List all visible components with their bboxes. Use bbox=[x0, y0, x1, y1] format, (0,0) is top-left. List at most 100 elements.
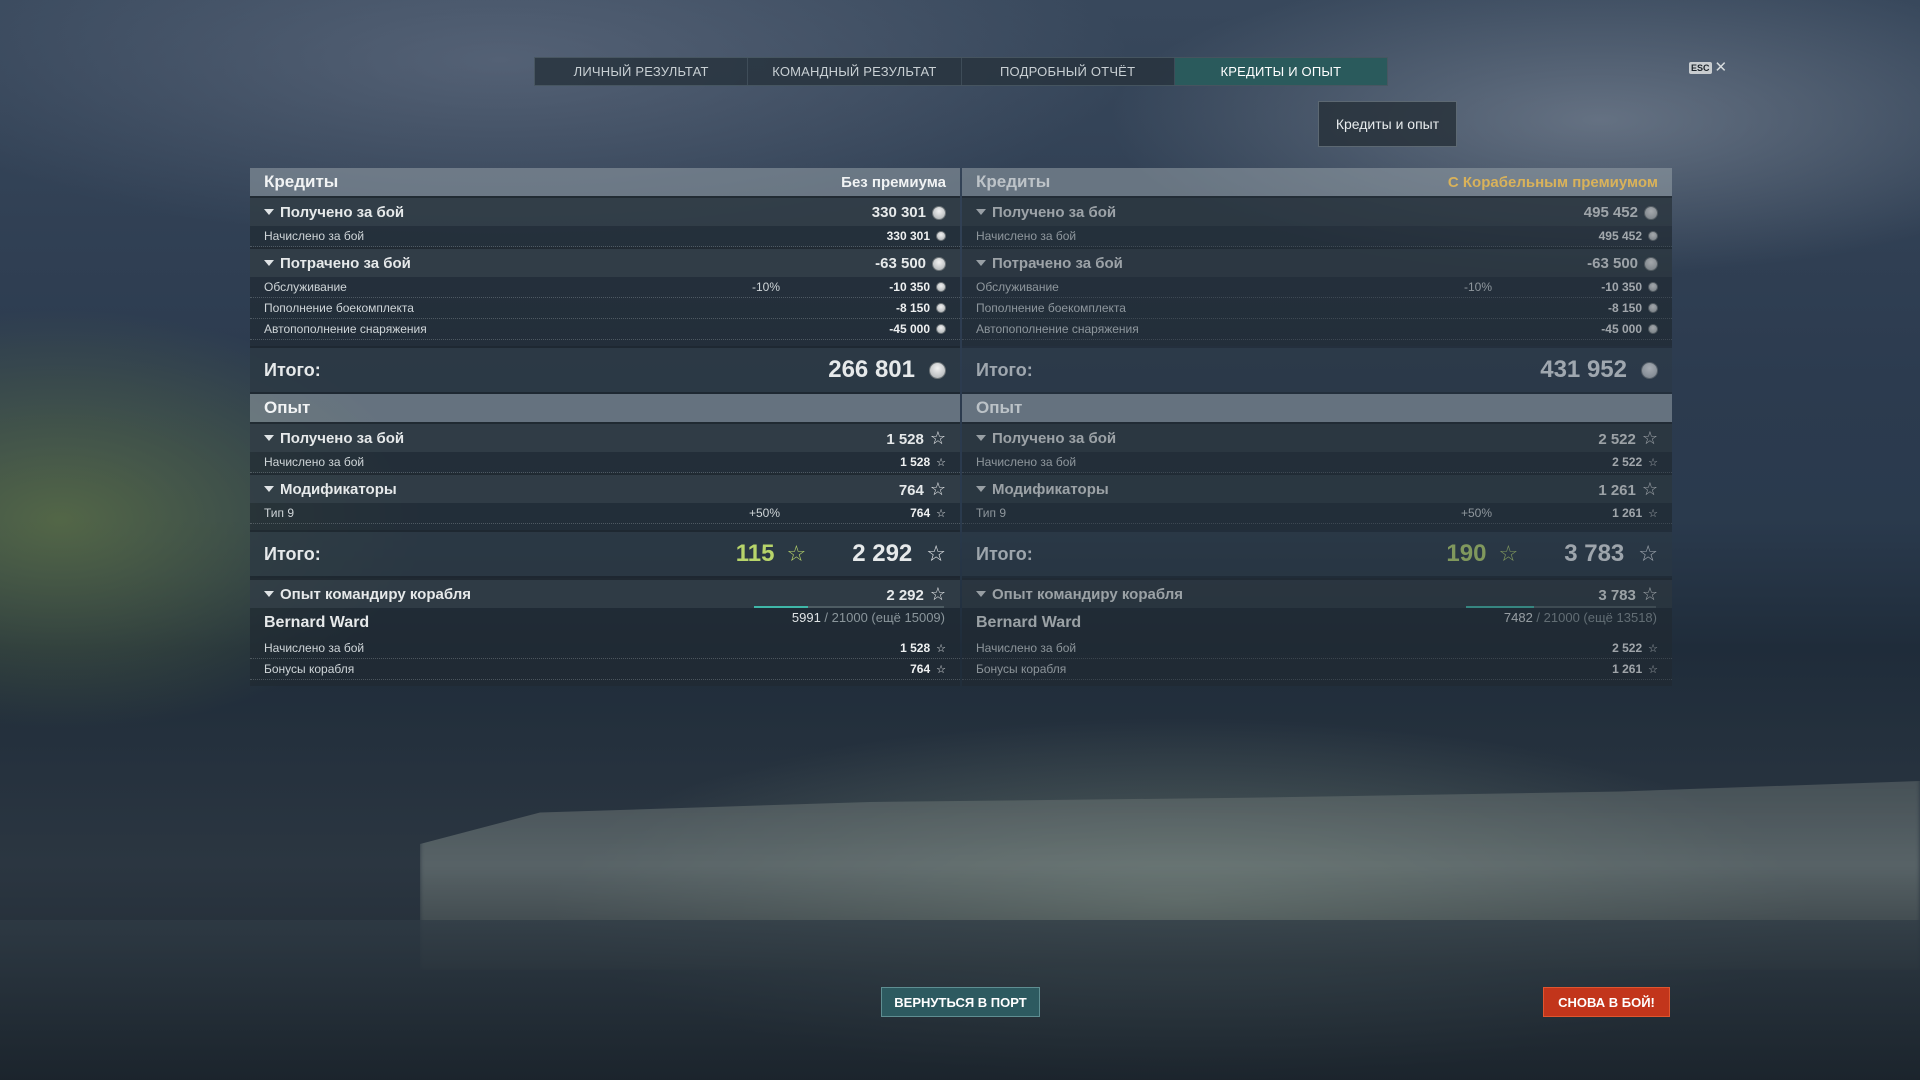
star-icon: ☆ bbox=[929, 583, 946, 604]
commander-progress-bar bbox=[754, 606, 944, 608]
tab-credits-xp[interactable]: КРЕДИТЫ И ОПЫТ bbox=[1174, 58, 1387, 85]
list-item: Пополнение боекомплекта -8 150 bbox=[962, 298, 1672, 319]
coin-icon bbox=[936, 231, 946, 241]
list-item: Автопополнение снаряжения -45 000 bbox=[250, 319, 960, 340]
triangle-down-icon bbox=[976, 591, 986, 597]
star-icon: ☆ bbox=[936, 663, 946, 676]
free-xp-value: 115 ☆ bbox=[735, 540, 807, 567]
modifiers-section[interactable]: Модификаторы 1 261 ☆ bbox=[962, 473, 1672, 503]
list-item: Автопополнение снаряжения -45 000 bbox=[962, 319, 1672, 340]
coin-icon bbox=[1648, 231, 1658, 241]
spent-section[interactable]: Потрачено за бой -63 500 bbox=[250, 247, 960, 277]
coin-icon bbox=[936, 324, 946, 334]
credits-total-value: 266 801 bbox=[828, 356, 915, 383]
return-to-port-button[interactable]: ВЕРНУТЬСЯ В ПОРТ bbox=[881, 987, 1040, 1017]
star-icon: ☆ bbox=[1638, 541, 1658, 566]
commander-row: Bernard Ward 5991 / 21000 (ещё 15009) bbox=[250, 606, 960, 638]
list-item: Тип 9 +50% 764 ☆ bbox=[250, 503, 960, 524]
tab-personal-result[interactable]: ЛИЧНЫЙ РЕЗУЛЬТАТ bbox=[535, 58, 749, 85]
triangle-down-icon bbox=[976, 260, 986, 266]
commander-name: Bernard Ward bbox=[264, 614, 370, 631]
credits-title: Кредиты bbox=[264, 172, 339, 191]
results-tabs: ЛИЧНЫЙ РЕЗУЛЬТАТ КОМАНДНЫЙ РЕЗУЛЬТАТ ПОД… bbox=[534, 57, 1388, 86]
mode-label: Без премиума bbox=[841, 173, 946, 191]
star-icon: ☆ bbox=[1648, 642, 1658, 655]
list-item: Бонусы корабля 764 ☆ bbox=[250, 659, 960, 680]
star-icon: ☆ bbox=[1648, 663, 1658, 676]
star-icon: ☆ bbox=[936, 456, 946, 469]
esc-close-button[interactable]: ESC ✕ bbox=[1689, 60, 1727, 75]
list-item: Начислено за бой 2 522 ☆ bbox=[962, 638, 1672, 659]
list-item: Начислено за бой 495 452 bbox=[962, 226, 1672, 247]
credits-total: Итого: 431 952 bbox=[962, 346, 1672, 394]
commander-xp-section[interactable]: Опыт командиру корабля 3 783 ☆ bbox=[962, 578, 1672, 608]
star-icon: ☆ bbox=[929, 427, 946, 448]
modifiers-section[interactable]: Модификаторы 764 ☆ bbox=[250, 473, 960, 503]
commander-row: Bernard Ward 7482 / 21000 (ещё 13518) bbox=[962, 606, 1672, 638]
list-item: Бонусы корабля 1 261 ☆ bbox=[962, 659, 1672, 680]
star-icon: ☆ bbox=[1641, 478, 1658, 499]
star-icon: ☆ bbox=[1498, 541, 1519, 566]
spent-value: -63 500 bbox=[875, 254, 926, 272]
coin-icon bbox=[1648, 324, 1658, 334]
list-item: Начислено за бой 2 522 ☆ bbox=[962, 452, 1672, 473]
credits-header: Кредиты С Корабельным премиумом bbox=[962, 168, 1672, 196]
earned-value: 330 301 bbox=[871, 203, 926, 221]
triangle-down-icon bbox=[976, 486, 986, 492]
commander-name: Bernard Ward bbox=[976, 614, 1082, 631]
star-icon: ☆ bbox=[1641, 427, 1658, 448]
star-icon: ☆ bbox=[786, 541, 807, 566]
xp-header: Опыт bbox=[250, 394, 960, 422]
close-icon: ✕ bbox=[1714, 59, 1728, 76]
star-icon: ☆ bbox=[936, 507, 946, 520]
credits-total: Итого: 266 801 bbox=[250, 346, 960, 394]
coin-icon bbox=[932, 205, 946, 220]
star-icon: ☆ bbox=[1648, 507, 1658, 520]
credits-header: Кредиты Без премиума bbox=[250, 168, 960, 196]
xp-earned-section[interactable]: Получено за бой 2 522 ☆ bbox=[962, 422, 1672, 452]
triangle-down-icon bbox=[264, 209, 274, 215]
xp-total: Итого: 115 ☆ 2 292 ☆ bbox=[250, 530, 960, 578]
coin-icon bbox=[1648, 282, 1658, 292]
commander-progress-bar bbox=[1466, 606, 1656, 608]
tab-team-result[interactable]: КОМАНДНЫЙ РЕЗУЛЬТАТ bbox=[748, 58, 962, 85]
triangle-down-icon bbox=[976, 435, 986, 441]
list-item: Пополнение боекомплекта -8 150 bbox=[250, 298, 960, 319]
star-icon: ☆ bbox=[936, 642, 946, 655]
coin-icon bbox=[1648, 303, 1658, 313]
list-item: Обслуживание -10% -10 350 bbox=[250, 277, 960, 298]
xp-title: Опыт bbox=[264, 398, 311, 417]
battle-again-button[interactable]: СНОВА В БОЙ! bbox=[1543, 987, 1670, 1017]
xp-total: Итого: 190 ☆ 3 783 ☆ bbox=[962, 530, 1672, 578]
earned-section[interactable]: Получено за бой 495 452 bbox=[962, 196, 1672, 226]
esc-key-label: ESC bbox=[1689, 61, 1712, 74]
commander-xp-section[interactable]: Опыт командиру корабля 2 292 ☆ bbox=[250, 578, 960, 608]
free-xp-value: 190 ☆ bbox=[1446, 540, 1519, 567]
coin-icon bbox=[936, 303, 946, 313]
spent-section[interactable]: Потрачено за бой -63 500 bbox=[962, 247, 1672, 277]
coin-icon bbox=[1644, 205, 1658, 220]
triangle-down-icon bbox=[264, 591, 274, 597]
tab-detailed-report[interactable]: ПОДРОБНЫЙ ОТЧЁТ bbox=[962, 58, 1175, 85]
mode-label: С Корабельным премиумом bbox=[1447, 173, 1658, 191]
earned-label: Получено за бой bbox=[280, 203, 405, 221]
list-item: Обслуживание -10% -10 350 bbox=[962, 277, 1672, 298]
xp-earned-section[interactable]: Получено за бой 1 528 ☆ bbox=[250, 422, 960, 452]
coin-icon bbox=[929, 361, 946, 379]
star-icon: ☆ bbox=[929, 478, 946, 499]
coin-icon bbox=[1641, 361, 1658, 379]
triangle-down-icon bbox=[976, 209, 986, 215]
panel-ship-premium: Кредиты С Корабельным премиумом Получено… bbox=[962, 168, 1672, 686]
star-icon: ☆ bbox=[926, 541, 946, 566]
coin-icon bbox=[932, 256, 946, 271]
earned-section[interactable]: Получено за бой 330 301 bbox=[250, 196, 960, 226]
list-item: Начислено за бой 1 528 ☆ bbox=[250, 452, 960, 473]
xp-header: Опыт bbox=[962, 394, 1672, 422]
section-chip: Кредиты и опыт bbox=[1318, 101, 1457, 147]
triangle-down-icon bbox=[264, 486, 274, 492]
triangle-down-icon bbox=[264, 435, 274, 441]
coin-icon bbox=[1644, 256, 1658, 271]
spent-label: Потрачено за бой bbox=[280, 254, 411, 272]
panel-no-premium: Кредиты Без премиума Получено за бой 330… bbox=[250, 168, 960, 686]
star-icon: ☆ bbox=[1641, 583, 1658, 604]
